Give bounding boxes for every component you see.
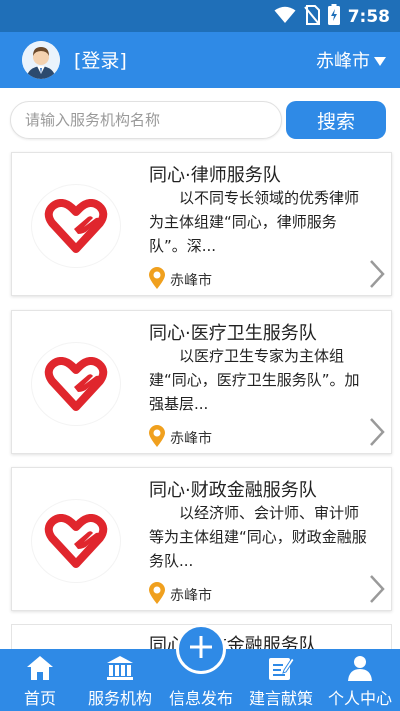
heart-hand-logo-icon bbox=[32, 185, 120, 267]
nav-home[interactable]: 首页 bbox=[12, 649, 68, 711]
publish-fab-button[interactable] bbox=[176, 624, 226, 674]
location-label: 赤峰市 bbox=[170, 431, 212, 447]
status-time: 7:58 bbox=[347, 6, 390, 27]
card-description: 以经济师、会计师、审计师等为主体组建“同心，财政金融服务队... bbox=[149, 504, 367, 570]
wifi-icon bbox=[274, 6, 296, 28]
location-label: 赤峰市 bbox=[170, 588, 212, 604]
location-label: 赤峰市 bbox=[170, 273, 212, 289]
battery-charging-icon bbox=[327, 4, 340, 29]
card-description: 以不同专长领域的优秀律师为主体组建“同心，律师服务队”。深... bbox=[149, 189, 360, 255]
caret-down-icon bbox=[374, 50, 386, 71]
nav-label: 首页 bbox=[23, 689, 56, 708]
chevron-right-icon bbox=[369, 574, 385, 608]
status-bar: 7:58 bbox=[0, 0, 400, 32]
nav-suggestions[interactable]: 建言献策 bbox=[243, 649, 319, 711]
heart-hand-logo-icon bbox=[32, 343, 120, 425]
card-location: 赤峰市 bbox=[149, 582, 212, 608]
person-icon bbox=[347, 649, 373, 681]
heart-hand-logo-icon bbox=[32, 500, 120, 582]
institution-icon bbox=[106, 649, 134, 681]
card-description: 以医疗卫生专家为主体组建“同心，医疗卫生服务队”。加强基层... bbox=[149, 347, 360, 413]
card-location: 赤峰市 bbox=[149, 425, 212, 451]
chevron-right-icon bbox=[369, 259, 385, 293]
app-header: [登录] 赤峰市 bbox=[0, 32, 400, 88]
nav-institutions[interactable]: 服务机构 bbox=[82, 649, 158, 711]
location-pin-icon bbox=[149, 267, 165, 293]
nav-label: 建言献策 bbox=[248, 689, 313, 708]
card-title: 同心·医疗卫生服务队 bbox=[149, 323, 317, 344]
home-icon bbox=[26, 649, 54, 681]
nav-label: 服务机构 bbox=[87, 689, 152, 708]
plus-icon bbox=[189, 635, 213, 663]
login-link[interactable]: [登录] bbox=[74, 46, 127, 73]
service-card[interactable]: 同心·医疗卫生服务队 以医疗卫生专家为主体组建“同心，医疗卫生服务队”。加强基层… bbox=[11, 310, 392, 454]
card-location: 赤峰市 bbox=[149, 267, 212, 293]
nav-profile[interactable]: 个人中心 bbox=[322, 649, 398, 711]
no-sim-icon bbox=[303, 4, 320, 29]
nav-label: 信息发布 bbox=[168, 689, 233, 708]
search-button[interactable]: 搜索 bbox=[286, 101, 386, 139]
nav-label: 个人中心 bbox=[327, 689, 392, 708]
chevron-right-icon bbox=[369, 417, 385, 451]
city-label: 赤峰市 bbox=[316, 51, 370, 72]
suggestion-icon bbox=[268, 649, 294, 681]
service-card[interactable]: 同心·财政金融服务队 以经济师、会计师、审计师等为主体组建“同心，财政金融服务队… bbox=[11, 467, 392, 611]
search-input[interactable] bbox=[10, 101, 282, 139]
status-icons: 7:58 bbox=[274, 4, 390, 29]
card-title: 同心·财政金融服务队 bbox=[149, 480, 317, 501]
service-card[interactable]: 同心·律师服务队 以不同专长领域的优秀律师为主体组建“同心，律师服务队”。深..… bbox=[11, 152, 392, 296]
location-pin-icon bbox=[149, 425, 165, 451]
card-title: 同心·律师服务队 bbox=[149, 165, 281, 186]
location-pin-icon bbox=[149, 582, 165, 608]
city-selector[interactable]: 赤峰市 bbox=[316, 47, 386, 73]
avatar[interactable] bbox=[22, 41, 60, 79]
